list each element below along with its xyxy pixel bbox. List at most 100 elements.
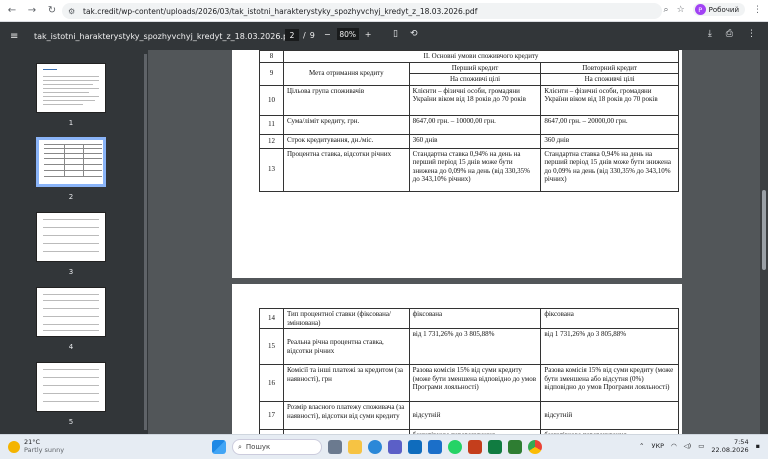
- profile-button[interactable]: Р Робочий: [692, 3, 745, 16]
- row-number: 14: [259, 308, 284, 329]
- cell-value: Клієнти – фізичні особи, громадяни Украї…: [540, 84, 679, 116]
- page-separator: /: [303, 30, 306, 40]
- fit-page-icon[interactable]: ▯: [393, 29, 398, 39]
- conditions-table-bottom: 14 Тип процентної ставки (фіксована/змін…: [259, 308, 679, 442]
- column-header-repeat-credit: Повторний кредит: [540, 61, 679, 74]
- tray-chevron-icon[interactable]: ⌃: [639, 442, 644, 450]
- row-label: Комісії та інші платежі за кредитом (за …: [282, 364, 410, 402]
- excel-icon[interactable]: [488, 440, 502, 454]
- zoom-in-button[interactable]: +: [365, 30, 372, 39]
- rotate-icon[interactable]: ⟲: [410, 29, 418, 39]
- app-icon[interactable]: [508, 440, 522, 454]
- partly-sunny-icon: [8, 440, 20, 453]
- thumbnail-page-4[interactable]: [36, 287, 106, 337]
- cell-value: Стандартна ставка 0,94% на день на перши…: [540, 147, 679, 192]
- file-explorer-icon[interactable]: [348, 440, 362, 454]
- row-number: 11: [259, 114, 284, 135]
- viewer-scrollbar[interactable]: [760, 50, 768, 434]
- thumbnail-page-5[interactable]: [36, 362, 106, 412]
- thumbnail-number: 5: [68, 418, 74, 426]
- row-label: Процентна ставка, відсотки річних: [282, 147, 410, 192]
- site-info-icon[interactable]: ⚙: [68, 7, 77, 16]
- system-tray: ⌃ УКР ◠ ◁) ▭ 7:54 22.08.2026 ▪: [639, 438, 760, 454]
- url-text: tak.credit/wp-content/uploads/2026/03/ta…: [83, 6, 478, 16]
- chrome-icon[interactable]: [528, 440, 542, 454]
- section-heading: ІІ. Основні умови споживчого кредиту: [282, 50, 680, 63]
- row-label: Сума/ліміт кредиту, грн.: [282, 114, 410, 135]
- row-label: Тип процентної ставки (фіксована/змінюва…: [282, 308, 410, 329]
- page-total: 9: [309, 30, 315, 40]
- pdf-page-3: 14 Тип процентної ставки (фіксована/змін…: [232, 284, 682, 442]
- zoom-input[interactable]: 80%: [336, 28, 359, 40]
- search-placeholder: Пошук: [245, 443, 271, 451]
- windows-taskbar: 21°C Partly sunny ⌕ Пошук ⌃ УКР ◠ ◁) ▭ 7…: [0, 434, 768, 459]
- hamburger-menu-icon[interactable]: ≡: [10, 31, 24, 42]
- clock-time: 7:54: [733, 438, 749, 446]
- start-windows-icon[interactable]: [212, 440, 226, 454]
- page-number-input[interactable]: 2: [285, 29, 299, 41]
- cell-value: Клієнти – фізичні особи, громадяни Украї…: [408, 84, 542, 116]
- reload-icon[interactable]: ↻: [44, 3, 60, 19]
- row-number: 9: [259, 61, 284, 86]
- language-indicator[interactable]: УКР: [652, 442, 665, 450]
- zoom-page-icon[interactable]: ⌕: [664, 5, 669, 15]
- thumbnail-number: 2: [68, 193, 74, 201]
- row-label: Мета отримання кредиту: [282, 61, 410, 86]
- row-number: 17: [259, 401, 284, 430]
- teams-icon[interactable]: [388, 440, 402, 454]
- kebab-menu-icon[interactable]: ⋮: [753, 5, 762, 15]
- profile-label: Робочий: [708, 5, 739, 14]
- download-icon[interactable]: ⤓: [708, 29, 712, 39]
- page-selector: 2 / 9: [285, 29, 315, 41]
- row-number: 16: [259, 364, 284, 402]
- taskbar-search[interactable]: ⌕ Пошук: [232, 439, 322, 455]
- print-icon[interactable]: ⎙: [726, 29, 733, 39]
- row-number: 8: [259, 50, 284, 63]
- cell-value: Разова комісія 15% від суми кредиту (мож…: [540, 364, 679, 402]
- cell-value: 8647,00 грн. – 20000,00 грн.: [540, 114, 679, 135]
- row-number: 13: [259, 147, 284, 192]
- task-view-icon[interactable]: [328, 440, 342, 454]
- address-bar[interactable]: ⚙ tak.credit/wp-content/uploads/2026/03/…: [62, 3, 662, 19]
- pdf-page-2: 8 ІІ. Основні умови споживчого кредиту 9…: [232, 50, 682, 278]
- weather-widget[interactable]: 21°C Partly sunny: [8, 438, 65, 454]
- cell-value: Стандартна ставка 0,94% на день на перши…: [408, 147, 542, 192]
- thumbnail-page-2[interactable]: [36, 137, 106, 187]
- cell-value: 360 днів: [540, 133, 679, 149]
- weather-desc: Partly sunny: [24, 445, 65, 454]
- row-label: Строк кредитування, дн./міс.: [282, 133, 410, 149]
- row-label: Цільова група споживачів: [282, 84, 410, 116]
- forward-icon[interactable]: →: [24, 3, 40, 19]
- row-number: 12: [259, 133, 284, 149]
- back-icon[interactable]: ←: [4, 3, 20, 19]
- wifi-icon[interactable]: ◠: [671, 442, 677, 450]
- avatar: Р: [694, 4, 706, 15]
- column-header-first-credit: Перший кредит: [408, 61, 542, 74]
- scrollbar-thumb[interactable]: [762, 190, 766, 270]
- cell-value: На споживчі цілі: [408, 73, 542, 86]
- search-icon: ⌕: [238, 442, 242, 451]
- word-icon[interactable]: [428, 440, 442, 454]
- thumbnail-number: 4: [68, 343, 74, 351]
- more-actions-icon[interactable]: ⋮: [747, 29, 756, 39]
- thumbnail-number: 3: [68, 268, 74, 276]
- thumbnail-page-1[interactable]: [36, 63, 106, 113]
- cell-value: Разова комісія 15% від суми кредиту (мож…: [408, 364, 542, 402]
- powerpoint-icon[interactable]: [468, 440, 482, 454]
- cell-value: 8647,00 грн. – 10000,00 грн.: [408, 114, 542, 135]
- thumbnail-number: 1: [68, 119, 74, 127]
- sidebar-scrollbar[interactable]: [144, 54, 147, 430]
- cell-value: відсутній: [540, 401, 679, 430]
- clock[interactable]: 7:54 22.08.2026: [711, 438, 748, 454]
- bookmark-star-icon[interactable]: ☆: [677, 5, 685, 15]
- notifications-icon[interactable]: ▪: [756, 442, 760, 450]
- zoom-out-button[interactable]: −: [324, 30, 331, 39]
- whatsapp-icon[interactable]: [448, 440, 462, 454]
- thumbnail-page-3[interactable]: [36, 212, 106, 262]
- outlook-icon[interactable]: [408, 440, 422, 454]
- clock-date: 22.08.2026: [711, 446, 749, 454]
- volume-icon[interactable]: ◁): [684, 442, 692, 450]
- edge-icon[interactable]: [368, 440, 382, 454]
- cell-value: фіксована: [540, 308, 679, 329]
- battery-icon[interactable]: ▭: [698, 442, 704, 450]
